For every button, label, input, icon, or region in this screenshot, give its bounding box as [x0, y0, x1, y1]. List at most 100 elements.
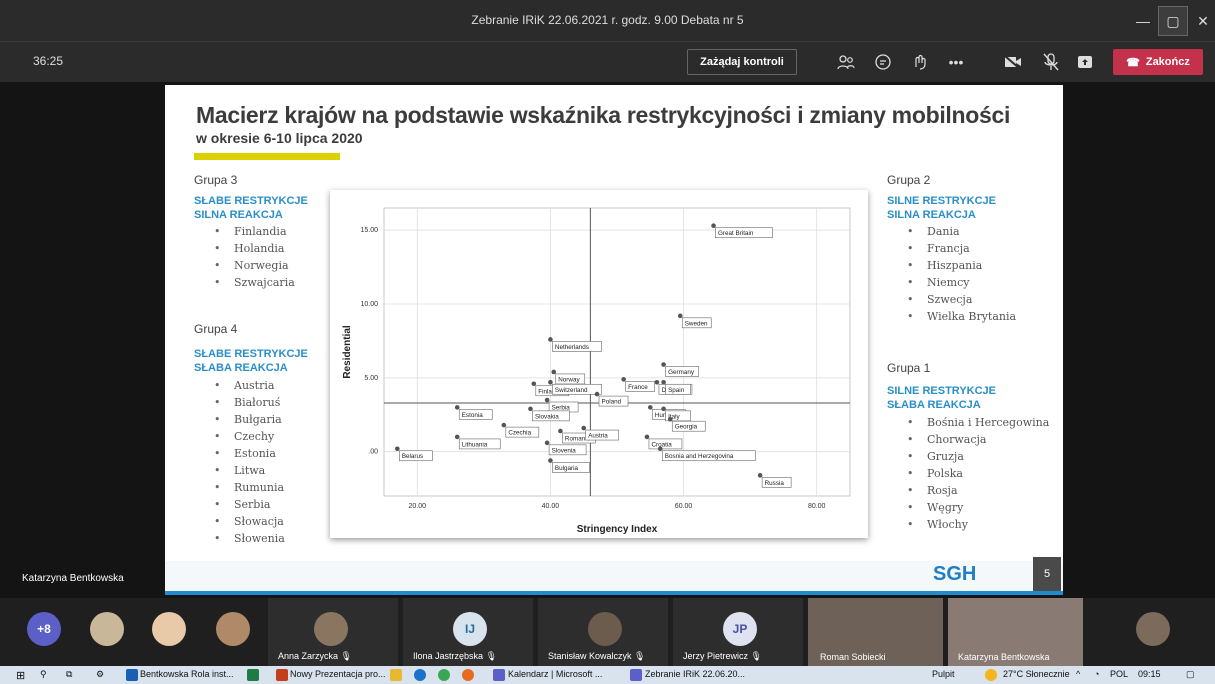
teams-icon[interactable] — [630, 669, 642, 681]
point-label: Bulgaria — [555, 465, 579, 472]
scatter-chart: 20.00 40.00 60.00 80.00 .00 5.00 10.00 15.00 Gre… — [330, 190, 868, 538]
notifications-icon[interactable]: ▢ — [1186, 669, 1195, 680]
group4-heading-line1: SŁABE RESTRYKCJE — [194, 348, 308, 360]
list-item: Finlandia — [214, 223, 295, 240]
language-indicator[interactable]: POL — [1110, 669, 1128, 679]
close-icon[interactable]: ✕ — [1188, 6, 1215, 36]
clock[interactable]: 09:15 — [1138, 669, 1161, 679]
group1-heading-line1: SILNE RESTRYKCJE — [887, 385, 997, 397]
point-label: Slovenia — [552, 447, 577, 454]
end-call-button[interactable]: ☎ Zakończ — [1113, 49, 1203, 75]
point-label: Russia — [765, 480, 785, 487]
data-point — [501, 422, 507, 428]
data-point — [594, 391, 600, 397]
list-item: Hiszpania — [907, 257, 1016, 274]
list-item: Czechy — [214, 428, 285, 445]
participant-tile[interactable]: IJ Ilona Jastrzębska 🎙︎ — [403, 598, 533, 666]
point-label: Czechia — [508, 430, 531, 437]
participant-name: Jerzy Pietrewicz 🎙︎ — [683, 651, 762, 661]
minimize-icon[interactable]: — — [1128, 6, 1158, 36]
teams-icon[interactable] — [493, 669, 505, 681]
participants-icon[interactable] — [836, 52, 856, 72]
settings-icon[interactable]: ⚙ — [96, 669, 104, 680]
participant-avatar[interactable] — [1136, 612, 1170, 646]
chevron-up-icon[interactable]: ^ — [1076, 669, 1080, 679]
point-label: Great Britain — [718, 230, 754, 237]
participant-name: Ilona Jastrzębska 🎙︎ — [413, 651, 497, 661]
chrome-icon[interactable] — [438, 669, 450, 681]
participant-avatar[interactable] — [216, 612, 250, 646]
participant-avatar — [588, 612, 622, 646]
share-screen-icon[interactable] — [1075, 52, 1095, 72]
more-options-icon[interactable]: ••• — [946, 52, 966, 72]
data-point — [644, 434, 650, 440]
firefox-icon[interactable] — [462, 669, 474, 681]
reactions-icon[interactable] — [910, 52, 930, 72]
point-label: Switzerland — [555, 387, 588, 394]
weather-text[interactable]: 27°C Słonecznie — [1003, 669, 1070, 679]
list-item: Serbia — [214, 496, 285, 513]
maximize-icon[interactable]: ▢ — [1158, 6, 1188, 36]
participant-initials: JP — [723, 612, 757, 646]
data-point — [661, 406, 666, 412]
taskbar-app[interactable]: Zebranie IRiK 22.06.20... — [645, 669, 745, 679]
participant-tile[interactable]: JP Jerzy Pietrewicz 🎙︎ — [673, 598, 803, 666]
camera-off-icon[interactable] — [1003, 52, 1023, 72]
point-label: Sweden — [685, 320, 708, 327]
point-label: Netherlands — [555, 344, 589, 351]
list-item: Białoruś — [214, 394, 285, 411]
data-point — [667, 416, 673, 422]
mic-off-icon[interactable] — [1041, 52, 1061, 72]
data-point — [454, 405, 460, 410]
participant-tile[interactable]: Stanisław Kowalczyk 🎙︎ — [538, 598, 668, 666]
participant-roster: +8 Anna Zarzycka 🎙︎ IJ Ilona Jastrzębska… — [0, 598, 1215, 666]
participant-video-tile[interactable]: Roman Sobiecki — [808, 598, 943, 666]
slide-page-number: 5 — [1033, 557, 1061, 591]
data-point — [677, 313, 683, 319]
list-item: Francja — [907, 240, 1016, 257]
x-tick-label: 20.00 — [409, 503, 427, 510]
taskbar-app[interactable]: Bentkowska Rola inst... — [140, 669, 234, 679]
data-point — [528, 406, 533, 412]
search-icon[interactable]: ⚲ — [40, 669, 47, 680]
list-item: Norwegia — [214, 257, 295, 274]
list-item: Litwa — [214, 462, 285, 479]
data-point — [548, 379, 553, 385]
participant-tile[interactable]: Anna Zarzycka 🎙︎ — [268, 598, 398, 666]
data-point — [661, 379, 666, 385]
point-label: Norway — [558, 376, 580, 383]
group2-list: Dania Francja Hiszpania Niemcy Szwecja W… — [907, 223, 1016, 325]
windows-start-icon[interactable]: ⊞ — [16, 669, 25, 682]
participant-initials: IJ — [453, 612, 487, 646]
point-label: Slovakia — [535, 413, 559, 420]
desktop-label[interactable]: Pulpit — [932, 669, 955, 679]
list-item: Chorwacja — [907, 431, 1049, 448]
powerpoint-icon[interactable] — [276, 669, 288, 681]
call-timer: 36:25 — [33, 54, 64, 68]
y-tick-label: 10.00 — [360, 301, 378, 308]
network-icon[interactable]: ◔ — [1094, 669, 1099, 679]
list-item: Niemcy — [907, 274, 1016, 291]
participant-avatar[interactable] — [152, 612, 186, 646]
weather-sun-icon — [985, 669, 997, 681]
explorer-icon[interactable] — [390, 669, 402, 681]
group1-label: Grupa 1 — [887, 361, 931, 375]
participant-avatar[interactable] — [90, 612, 124, 646]
request-control-button[interactable]: Zażądaj kontroli — [687, 49, 797, 75]
taskbar-app[interactable]: Nowy Prezentacja pro... — [290, 669, 386, 679]
data-point — [544, 440, 550, 446]
mic-muted-icon: 🎙︎ — [634, 651, 646, 661]
word-icon[interactable] — [126, 669, 138, 681]
participant-video-tile[interactable]: Katarzyna Bentkowska — [948, 598, 1083, 666]
participant-name: Stanisław Kowalczyk 🎙︎ — [548, 651, 646, 661]
edge-icon[interactable] — [414, 669, 426, 681]
task-view-icon[interactable]: ⧉ — [66, 669, 72, 680]
data-point — [581, 425, 587, 431]
windows-taskbar: ⊞ ⚲ ⧉ ⚙ Bentkowska Rola inst... Nowy Pre… — [0, 666, 1215, 684]
list-item: Rosja — [907, 482, 1049, 499]
chat-icon[interactable] — [873, 52, 893, 72]
more-participants-badge[interactable]: +8 — [27, 612, 61, 646]
excel-icon[interactable] — [247, 669, 259, 681]
taskbar-app[interactable]: Kalendarz | Microsoft ... — [508, 669, 602, 679]
point-label: Austria — [588, 433, 608, 440]
